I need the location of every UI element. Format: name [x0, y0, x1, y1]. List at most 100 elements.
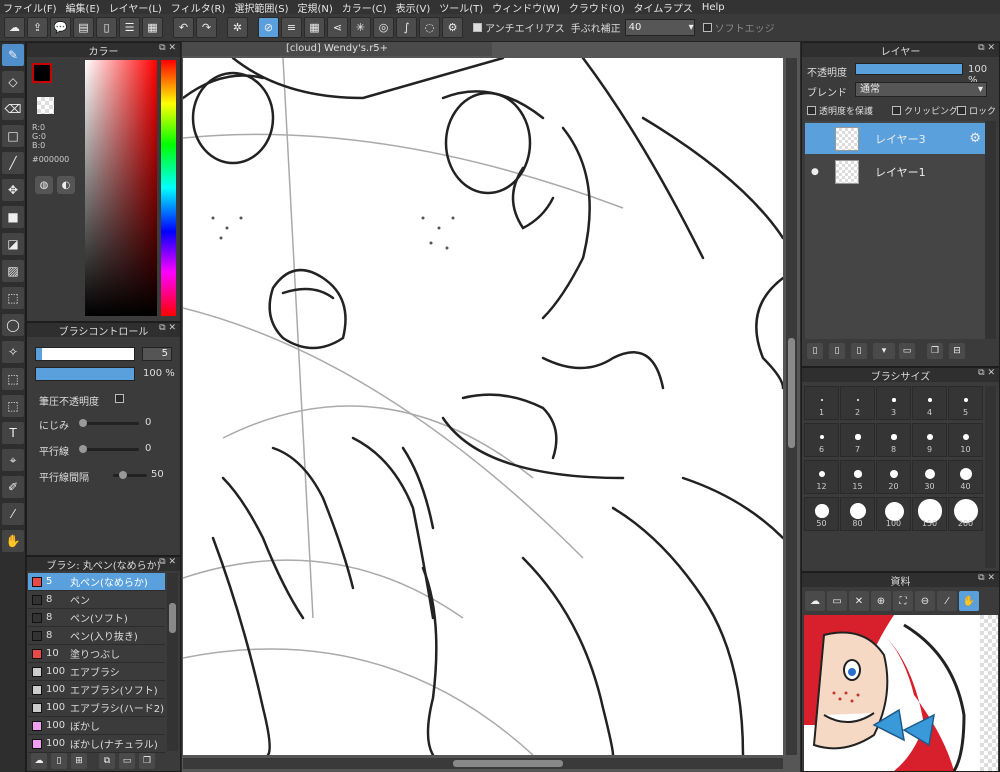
brush-item[interactable]: 100 エアブラシ: [28, 663, 165, 681]
gear-icon[interactable]: ⚙: [969, 131, 981, 146]
brush-size-cell[interactable]: 150: [912, 497, 947, 531]
document-tab[interactable]: [cloud] Wendy's.r5+: [182, 42, 492, 56]
cloud-brush-icon[interactable]: ☁: [31, 753, 47, 769]
parallel-slider-knob[interactable]: [79, 445, 87, 453]
menu-color[interactable]: カラー(C): [342, 0, 387, 15]
brush-opacity-bar[interactable]: [35, 367, 135, 381]
add-layer-dropdown-icon[interactable]: ▾: [873, 343, 895, 359]
select-tool-icon[interactable]: ⬚: [2, 287, 24, 309]
tile-icon[interactable]: ▦: [142, 17, 163, 38]
close-icon[interactable]: ⧉ ✕: [159, 43, 176, 53]
foreground-color-swatch[interactable]: [32, 63, 52, 83]
bucket-tool-icon[interactable]: ◪: [2, 233, 24, 255]
export-icon[interactable]: ⇪: [27, 17, 48, 38]
open-folder-icon[interactable]: ▭: [827, 591, 847, 611]
redo-icon[interactable]: ↷: [196, 17, 217, 38]
line-tool-icon[interactable]: ╱: [2, 152, 24, 174]
close-icon[interactable]: ⧉ ✕: [978, 43, 995, 53]
brush-size-cell[interactable]: 40: [948, 460, 983, 494]
cloud-download-icon[interactable]: ☁: [805, 591, 825, 611]
snap-radial-icon[interactable]: ✳: [350, 17, 371, 38]
brush-size-cell[interactable]: 12: [804, 460, 839, 494]
menu-window[interactable]: ウィンドウ(W): [492, 0, 560, 15]
dot-eraser-tool-icon[interactable]: ⌫: [2, 98, 24, 120]
cloud-icon[interactable]: ☁: [4, 17, 25, 38]
select-eraser-icon[interactable]: ⬚: [2, 395, 24, 417]
undo-icon[interactable]: ↶: [173, 17, 194, 38]
transparent-color-swatch[interactable]: [37, 97, 54, 114]
brush-size-cell[interactable]: 10: [948, 423, 983, 457]
brush-size-cell[interactable]: 50: [804, 497, 839, 531]
menu-filter[interactable]: フィルタ(R): [171, 0, 226, 15]
brush-size-cell[interactable]: 1: [804, 386, 839, 420]
operation-tool-icon[interactable]: ⌖: [2, 449, 24, 471]
brush-item[interactable]: 100 エアブラシ(ハード2): [28, 699, 165, 717]
brush-size-cell[interactable]: 4: [912, 386, 947, 420]
brush-item[interactable]: 8 ペン(ソフト): [28, 609, 165, 627]
hand-icon[interactable]: ✋: [959, 591, 979, 611]
layer-item[interactable]: ● レイヤー1: [805, 156, 985, 187]
duplicate-icon[interactable]: ❐: [139, 753, 155, 769]
merge-layer-icon[interactable]: ⊟: [949, 343, 965, 359]
brush-size-cell[interactable]: 5: [948, 386, 983, 420]
canvas-horizontal-scrollbar[interactable]: [183, 758, 783, 769]
zoom-out-icon[interactable]: ⊖: [915, 591, 935, 611]
brush-item[interactable]: 100 ぼかし: [28, 717, 165, 735]
close-icon[interactable]: ⧉ ✕: [159, 557, 176, 567]
list-icon[interactable]: ☰: [119, 17, 140, 38]
blur-slider-knob[interactable]: [79, 419, 87, 427]
brush-size-cell[interactable]: 200: [948, 497, 983, 531]
layer-opacity-bar[interactable]: [855, 63, 963, 75]
page-icon[interactable]: ▯: [96, 17, 117, 38]
snap-ellipse-icon[interactable]: ◌: [419, 17, 440, 38]
saturation-value-picker[interactable]: [85, 60, 157, 316]
brush-list-scrollbar[interactable]: [167, 573, 178, 751]
clipping-checkbox[interactable]: クリッピング: [892, 104, 958, 117]
move-tool-icon[interactable]: ✥: [2, 179, 24, 201]
brush-tool-icon[interactable]: ✎: [2, 44, 24, 66]
brush-item[interactable]: 10 塗りつぶし: [28, 645, 165, 663]
palette-icon[interactable]: ◍: [35, 176, 53, 194]
new-layer-1bit-icon[interactable]: ▯: [851, 343, 867, 359]
pressure-opacity-checkbox[interactable]: [115, 394, 124, 403]
drawing-canvas[interactable]: [183, 58, 783, 755]
protect-alpha-checkbox[interactable]: 透明度を保護: [807, 104, 873, 117]
new-layer-8bit-icon[interactable]: ▯: [829, 343, 845, 359]
eyedropper-icon[interactable]: ⁄: [937, 591, 957, 611]
menu-timelapse[interactable]: タイムラプス: [634, 0, 693, 15]
eyedropper-icon[interactable]: ⁄: [2, 503, 24, 525]
color-settings-icon[interactable]: ◐: [57, 176, 75, 194]
interval-slider-knob[interactable]: [119, 471, 127, 479]
speech-bubble-icon[interactable]: 💬: [50, 17, 71, 38]
rect-tool-icon[interactable]: □: [2, 125, 24, 147]
hue-slider[interactable]: [161, 60, 176, 316]
layer-item[interactable]: レイヤー3 ⚙: [805, 123, 985, 154]
softedge-checkbox[interactable]: ソフトエッジ: [702, 20, 775, 35]
lasso-tool-icon[interactable]: ◯: [2, 314, 24, 336]
brush-size-cell[interactable]: 80: [840, 497, 875, 531]
visibility-icon[interactable]: ●: [811, 167, 819, 177]
folder-icon[interactable]: ▭: [119, 753, 135, 769]
hand-tool-icon[interactable]: ✋: [2, 530, 24, 552]
brush-size-bar[interactable]: [35, 347, 135, 361]
brush-size-cell[interactable]: 6: [804, 423, 839, 457]
menu-file[interactable]: ファイル(F): [3, 0, 57, 15]
snap-off-icon[interactable]: ✲: [227, 17, 248, 38]
brush-size-cell[interactable]: 8: [876, 423, 911, 457]
brush-item[interactable]: 8 ペン: [28, 591, 165, 609]
folder-icon[interactable]: ▭: [899, 343, 915, 359]
copy-brush-icon[interactable]: ⧉: [99, 753, 115, 769]
gradient-tool-icon[interactable]: ▨: [2, 260, 24, 282]
brush-size-cell[interactable]: 20: [876, 460, 911, 494]
blur-slider[interactable]: [79, 422, 139, 425]
zoom-in-icon[interactable]: ⊕: [871, 591, 891, 611]
lock-checkbox[interactable]: ロック: [957, 104, 996, 117]
eraser-tool-icon[interactable]: ◇: [2, 71, 24, 93]
menu-layer[interactable]: レイヤー(L): [109, 0, 162, 15]
brush-size-value[interactable]: 5: [142, 347, 172, 361]
magic-wand-icon[interactable]: ✧: [2, 341, 24, 363]
brush-size-cell[interactable]: 2: [840, 386, 875, 420]
brush-item[interactable]: 100 ぼかし(ナチュラル): [28, 735, 165, 753]
brush-size-cell[interactable]: 30: [912, 460, 947, 494]
fit-icon[interactable]: ⛶: [893, 591, 913, 611]
